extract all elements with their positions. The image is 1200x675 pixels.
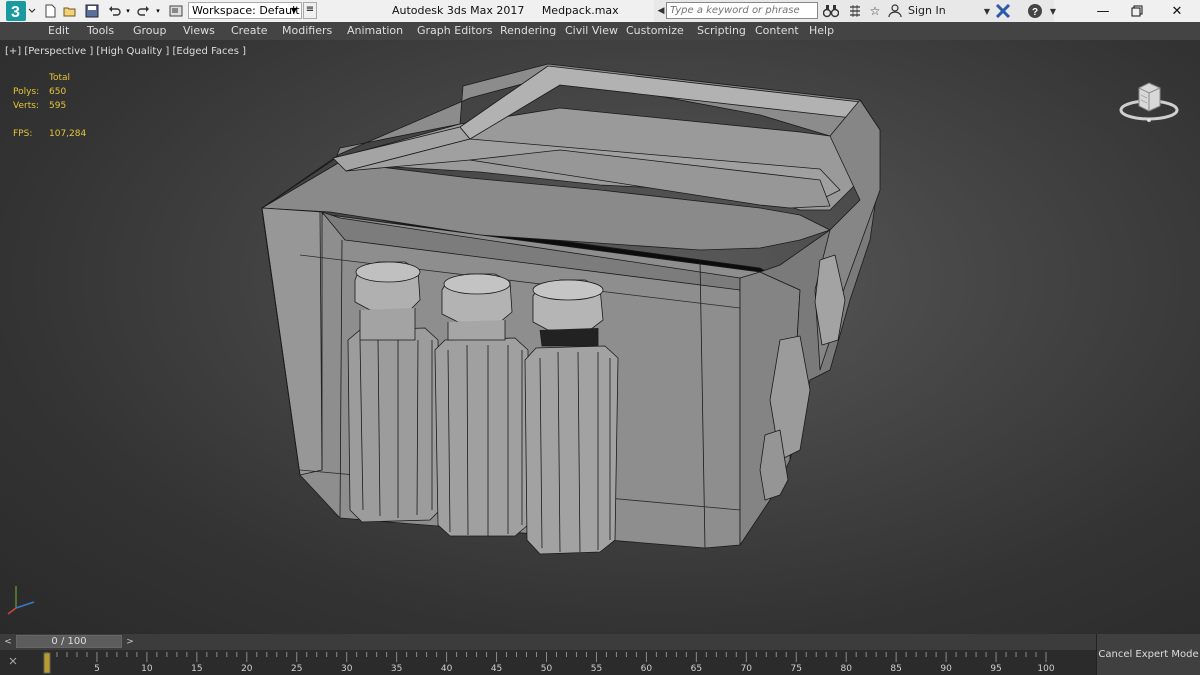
search-input[interactable] (666, 2, 818, 19)
workspace-menu-icon[interactable]: ≡ (303, 2, 317, 19)
track-tick-label: 60 (641, 664, 653, 674)
axis-tripod-icon (4, 580, 44, 620)
track-tick-label: 10 (141, 664, 153, 674)
track-tick-label: 50 (541, 664, 553, 674)
track-tick-label: 100 (1037, 664, 1054, 674)
menu-civil-view[interactable]: Civil View (565, 24, 618, 37)
stats-fps-label: FPS: (13, 129, 33, 139)
menu-tools[interactable]: Tools (87, 24, 114, 37)
redo-icon[interactable] (136, 3, 152, 19)
title-bar: 3 ▾ ▾ Workspace: Default ▼ ≡ Autodesk 3d… (0, 0, 1200, 22)
track-tick-label: 95 (990, 664, 1001, 674)
menu-customize[interactable]: Customize (626, 24, 684, 37)
filter-icon[interactable] (9, 657, 17, 665)
medpack-model[interactable] (0, 40, 1200, 634)
track-tick-label: 15 (191, 664, 202, 674)
stats-total-header: Total (49, 73, 71, 83)
menu-help[interactable]: Help (809, 24, 834, 37)
help-dropdown-icon[interactable]: ▼ (1044, 2, 1062, 20)
info-center: ◀ ☆ Sign In ▼ ? ▼ (654, 0, 1056, 22)
app-logo[interactable]: 3 (4, 0, 36, 22)
menu-views[interactable]: Views (183, 24, 215, 37)
workspace-dropdown[interactable]: Workspace: Default ▼ (188, 2, 302, 19)
viewport-label[interactable]: [+] [Perspective ] [High Quality ] [Edge… (5, 46, 246, 57)
svg-text:?: ? (1032, 7, 1038, 18)
track-tick-label: 45 (491, 664, 502, 674)
logo-text: 3 (11, 4, 20, 21)
menu-edit[interactable]: Edit (48, 24, 69, 37)
menu-content[interactable]: Content (755, 24, 799, 37)
window-title: Autodesk 3ds Max 2017 Medpack.max (392, 4, 619, 17)
track-tick-label: 65 (691, 664, 702, 674)
perspective-viewport[interactable]: [+] [Perspective ] [High Quality ] [Edge… (0, 40, 1200, 634)
menu-scripting[interactable]: Scripting (697, 24, 746, 37)
menu-modifiers[interactable]: Modifiers (282, 24, 332, 37)
file-name: Medpack.max (541, 4, 619, 17)
track-tick-label: 20 (241, 664, 253, 674)
user-icon[interactable] (886, 2, 904, 20)
track-tick-label: 75 (791, 664, 802, 674)
project-folder-icon[interactable] (168, 3, 184, 19)
menu-animation[interactable]: Animation (347, 24, 403, 37)
track-tick-label: 80 (840, 664, 852, 674)
chevron-down-icon: ▼ (290, 6, 297, 15)
track-tick-label: 70 (741, 664, 753, 674)
menu-create[interactable]: Create (231, 24, 268, 37)
time-slider-bar: < 0 / 100 > (0, 634, 1200, 650)
subscription-icon[interactable] (846, 2, 864, 20)
time-slider-next-button[interactable]: > (124, 636, 136, 648)
stats-verts-label: Verts: (13, 101, 39, 111)
help-icon[interactable]: ? (1026, 2, 1044, 20)
menu-group[interactable]: Group (133, 24, 167, 37)
track-ruler: 0510152025303540455055606570758085909510… (9, 652, 1055, 674)
time-marker[interactable] (43, 652, 51, 674)
track-tick-label: 35 (391, 664, 402, 674)
stats-polys-value: 650 (49, 87, 67, 97)
track-tick-label: 90 (940, 664, 952, 674)
stats-verts-value: 595 (49, 101, 67, 111)
time-slider-prev-button[interactable]: < (2, 636, 14, 648)
sign-in-link[interactable]: Sign In (908, 4, 946, 17)
time-slider[interactable]: 0 / 100 (16, 635, 122, 648)
track-bar[interactable]: 0510152025303540455055606570758085909510… (0, 650, 1096, 675)
track-tick-label: 85 (890, 664, 901, 674)
viewcube-icon[interactable] (1114, 70, 1184, 126)
app-title: Autodesk 3ds Max 2017 (392, 4, 525, 17)
undo-icon[interactable] (106, 3, 122, 19)
undo-dropdown-icon[interactable]: ▾ (124, 3, 132, 19)
track-tick-label: 5 (94, 664, 100, 674)
menu-bar: Edit Tools Group Views Create Modifiers … (0, 22, 1200, 40)
track-tick-label: 30 (341, 664, 353, 674)
workspace-label: Workspace: Default (192, 4, 300, 17)
menu-graph-editors[interactable]: Graph Editors (417, 24, 493, 37)
redo-dropdown-icon[interactable]: ▾ (154, 3, 162, 19)
track-tick-label: 40 (441, 664, 453, 674)
autodesk-exchange-icon[interactable] (994, 2, 1012, 20)
save-icon[interactable] (84, 3, 100, 19)
star-icon[interactable]: ☆ (866, 2, 884, 20)
stats-fps-value: 107,284 (49, 129, 87, 139)
new-file-icon[interactable] (42, 3, 58, 19)
close-icon[interactable]: ✕ (1154, 0, 1200, 22)
open-file-icon[interactable] (62, 3, 78, 19)
stats-polys-label: Polys: (13, 87, 40, 97)
binoculars-icon[interactable] (822, 2, 840, 20)
track-tick-label: 55 (591, 664, 602, 674)
track-tick-label: 25 (291, 664, 302, 674)
menu-rendering[interactable]: Rendering (500, 24, 556, 37)
cancel-expert-mode-button[interactable]: Cancel Expert Mode (1096, 634, 1200, 675)
